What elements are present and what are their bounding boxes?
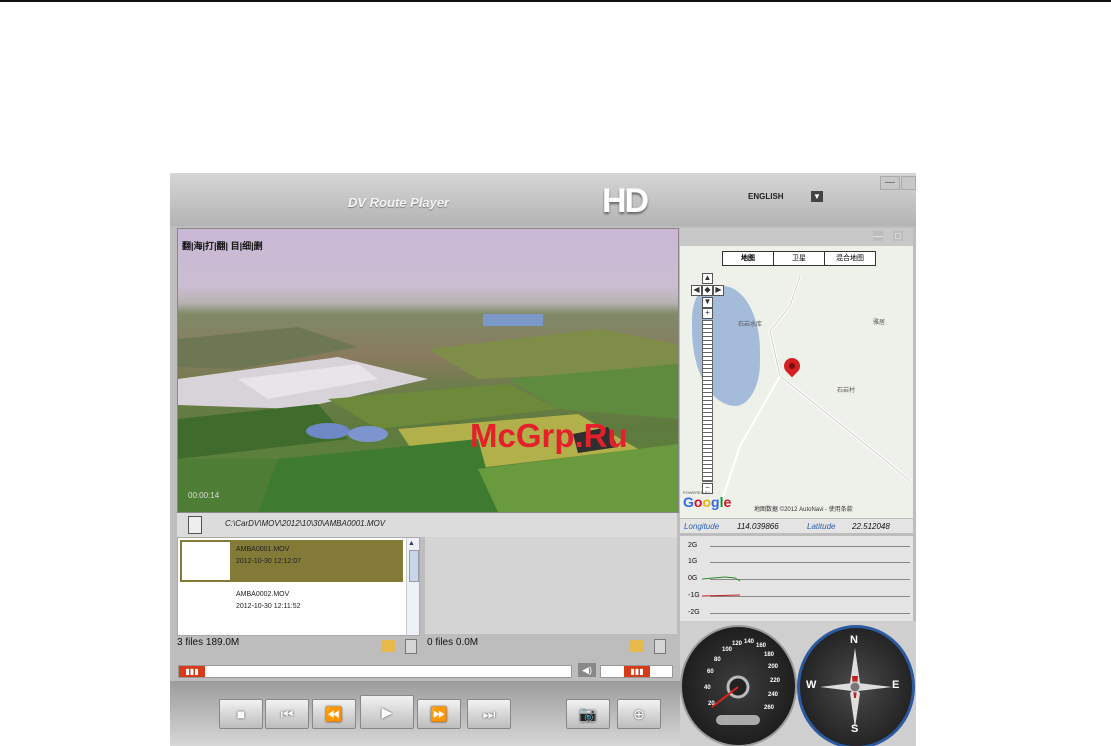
next-button[interactable]: ⏭ [467, 699, 511, 729]
longitude-value: 114.039866 [737, 522, 779, 531]
trash-icon[interactable] [654, 639, 666, 654]
file-name: AMBA0002.MOV [236, 591, 290, 598]
volume-handle[interactable]: ▮▮▮ [624, 666, 650, 677]
trash-icon[interactable] [405, 639, 417, 654]
map-maximize-button[interactable]: □ [893, 231, 903, 241]
chevron-down-icon[interactable]: ▼ [811, 191, 823, 202]
language-selector[interactable]: ENGLISH [748, 192, 784, 201]
right-file-count: 0 files 0.0M [427, 637, 479, 648]
file-time: 2012-10-30 12:12:07 [236, 558, 301, 565]
volume-slider[interactable]: ▮▮▮ [600, 665, 673, 678]
gps-coordinates: Longitude 114.039866 Latitude 22.512048 [680, 519, 913, 533]
file-thumbnail [182, 542, 230, 580]
playback-progress-bar[interactable]: ▮▮▮ [178, 665, 572, 678]
pan-left-icon[interactable]: ◀ [691, 285, 702, 296]
file-list-scrollbar[interactable]: ▲ [406, 538, 419, 635]
gauge-panel: 20 40 60 80 100 120 140 160 180 200 220 … [680, 621, 916, 746]
snapshot-button[interactable]: 📷 [566, 699, 610, 729]
longitude-label: Longitude [684, 522, 720, 531]
watermark: McGrp.Ru [470, 417, 628, 454]
memory-card-icon [188, 516, 202, 534]
top-border-line [0, 0, 1111, 2]
map-panel[interactable]: — □ 地图 卫星 混合地图 ▲ ◀ ◆ ▶ ▼ + − 石岩水库 雅居 石岩村… [680, 228, 913, 518]
video-osd-label: 翻|海|打|翻| 目|细|删 [182, 241, 263, 251]
g-sensor-graph: 2G 1G 0G -1G -2G [680, 536, 913, 621]
video-timecode: 00:00:14 [188, 491, 220, 500]
map-label: 石岩水库 [738, 322, 763, 328]
list-item[interactable]: AMBA0002.MOV 2012-10-30 12:11:52 [180, 585, 403, 627]
map-type-tabs: 地图 卫星 混合地图 [722, 251, 876, 266]
minimize-button[interactable]: — [880, 176, 900, 190]
latitude-label: Latitude [807, 522, 836, 531]
scroll-thumb[interactable] [409, 550, 419, 582]
fast-forward-button[interactable]: ⏩ [417, 699, 461, 729]
map-header: — □ [680, 228, 913, 246]
latitude-value: 22.512048 [852, 522, 890, 531]
pan-right-icon[interactable]: ▶ [713, 285, 724, 296]
compass: N S E W [797, 625, 915, 746]
left-file-count: 3 files 189.0M [177, 637, 240, 648]
file-thumbnail [182, 587, 230, 625]
progress-handle[interactable]: ▮▮▮ [179, 666, 205, 677]
map-label: 雅居 [873, 320, 886, 326]
file-path: C:\CarDV\MOV\2012\10\30\AMBA0001.MOV [225, 519, 386, 528]
scroll-up-icon[interactable]: ▲ [408, 540, 415, 547]
speedometer-needle [711, 675, 760, 725]
rewind-button[interactable]: ⏪ [312, 699, 356, 729]
video-frame-scene [178, 314, 678, 512]
title-bar: DV Route Player HD ENGLISH ▼ — [170, 173, 916, 226]
g-sensor-traces [701, 576, 741, 597]
file-name: AMBA0001.MOV [236, 546, 290, 553]
tab-map[interactable]: 地图 [723, 252, 774, 265]
secondary-file-list [425, 537, 677, 634]
play-button[interactable]: ▶ [360, 695, 414, 729]
file-list: AMBA0001.MOV 2012-10-30 12:12:07 AMBA000… [177, 537, 420, 636]
pan-down-icon[interactable]: ▼ [702, 297, 713, 308]
map-label: 石岩村 [837, 388, 856, 394]
app-title: DV Route Player [348, 195, 450, 210]
speedometer: 20 40 60 80 100 120 140 160 180 200 220 … [680, 625, 797, 746]
list-item-selected[interactable]: AMBA0001.MOV 2012-10-30 12:12:07 [180, 540, 403, 582]
video-viewport[interactable]: 翻|海|打|翻| 目|细|删 00:00:14 McGrp.Ru [177, 228, 679, 513]
stop-button[interactable]: ■ [219, 699, 263, 729]
tab-satellite[interactable]: 卫星 [774, 252, 825, 265]
google-logo: Google [683, 494, 732, 510]
map-zoom-slider[interactable] [702, 320, 713, 482]
map-minimize-button[interactable]: — [873, 231, 883, 241]
map-copyright[interactable]: 地图数据 ©2012 AutoNavi - 使用条款 [754, 504, 853, 513]
compass-rose [820, 648, 892, 728]
file-path-bar: C:\CarDV\MOV\2012\10\30\AMBA0001.MOV [177, 513, 677, 537]
folder-icon[interactable] [381, 640, 395, 652]
volume-icon[interactable]: ◀) [578, 663, 596, 677]
previous-button[interactable]: ⏮ [265, 699, 309, 729]
zoom-button[interactable]: ⊕ [617, 699, 661, 729]
zoom-in-button[interactable]: + [702, 308, 713, 319]
pan-up-icon[interactable]: ▲ [702, 273, 713, 284]
pan-center-icon[interactable]: ◆ [702, 285, 713, 296]
hd-logo: HD [602, 182, 649, 220]
file-time: 2012-10-30 12:11:52 [236, 603, 301, 610]
dv-route-player-window: DV Route Player HD ENGLISH ▼ — 翻|海|打|翻| … [170, 173, 916, 746]
pin-dot [787, 361, 797, 371]
folder-icon[interactable] [630, 640, 644, 652]
tab-hybrid[interactable]: 混合地图 [825, 252, 875, 265]
close-button[interactable] [901, 176, 916, 190]
